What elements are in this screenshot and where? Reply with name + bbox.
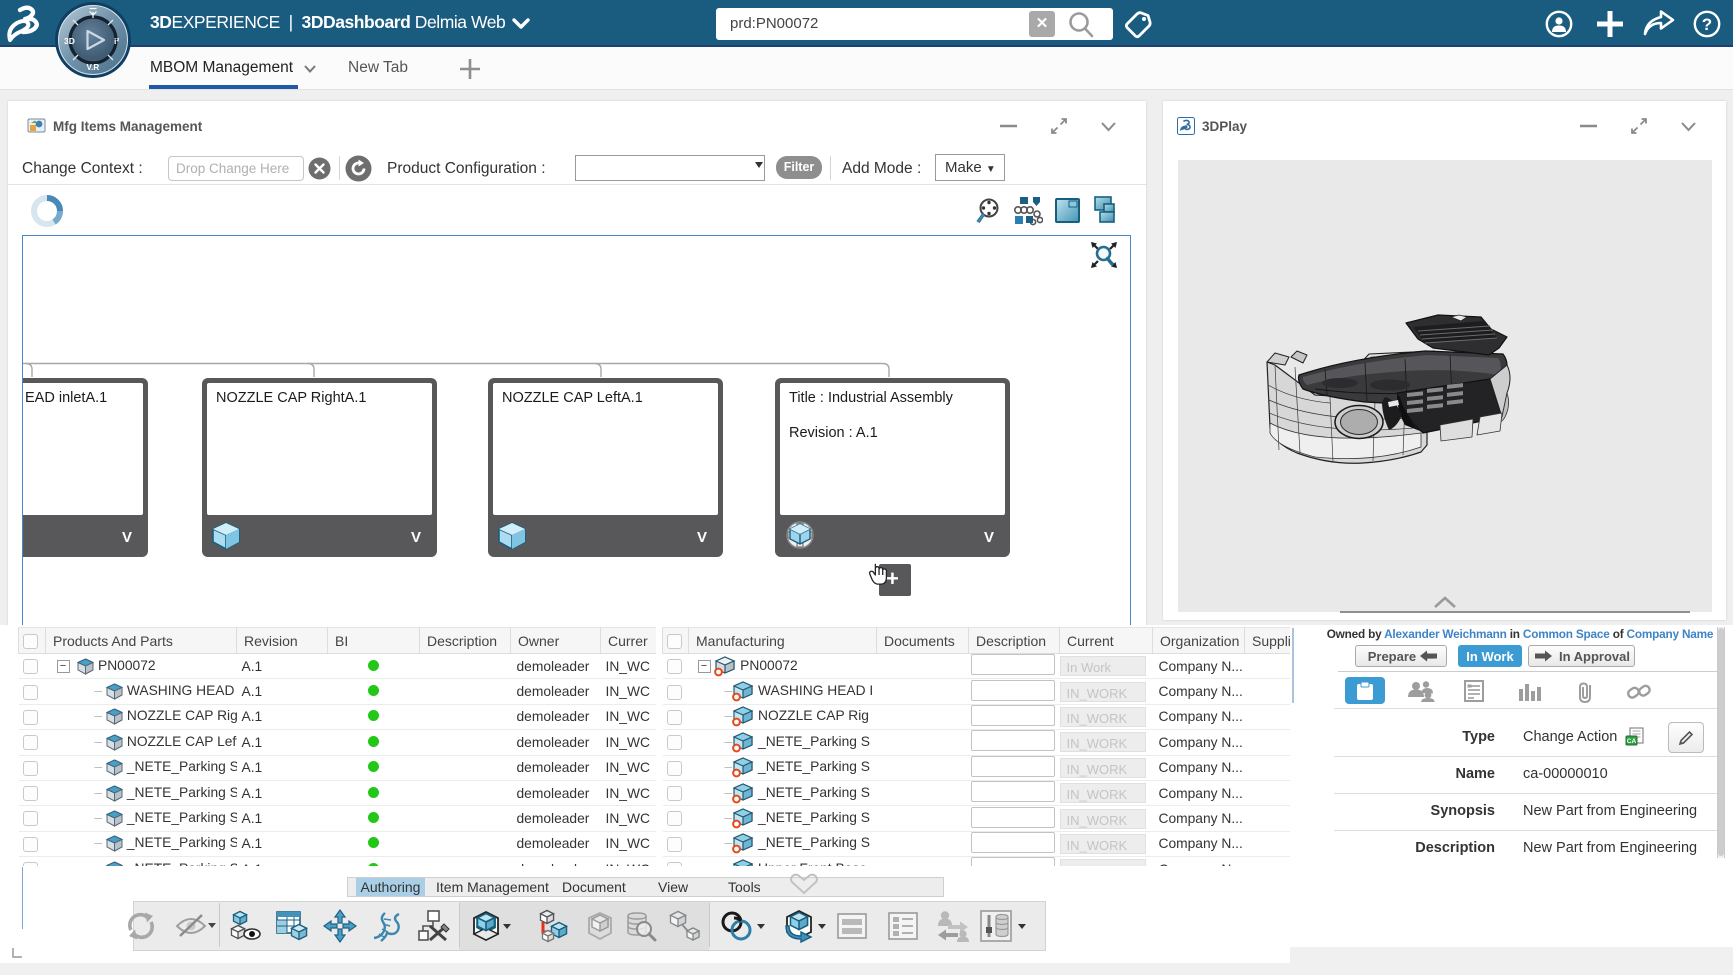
- svg-text:3D: 3D: [64, 36, 75, 46]
- svg-text:V.R: V.R: [87, 63, 100, 72]
- svg-text:i²: i²: [114, 36, 119, 46]
- svg-text:CA: CA: [1627, 738, 1637, 745]
- svg-text:?: ?: [1702, 15, 1712, 34]
